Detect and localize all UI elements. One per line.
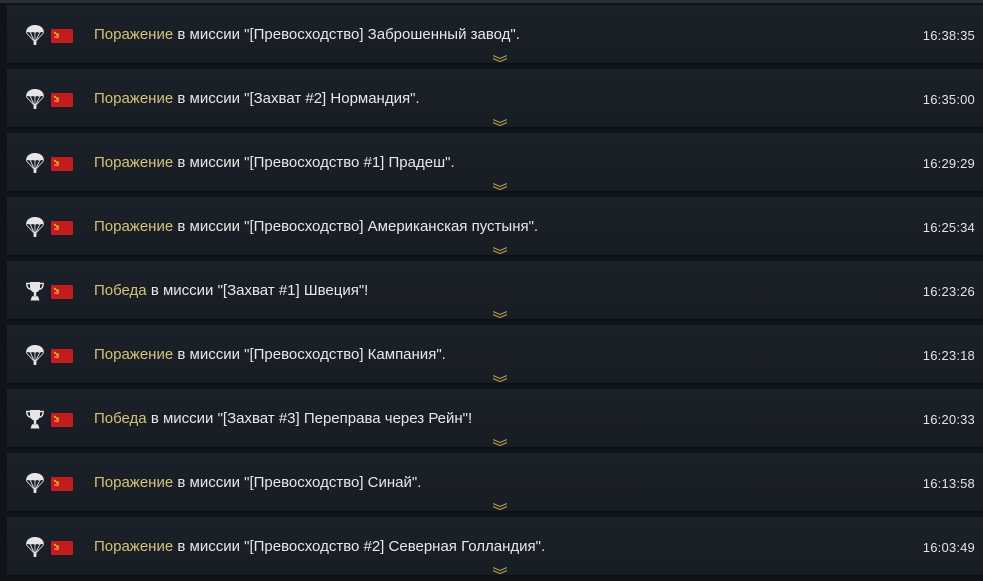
battle-result: Поражение bbox=[94, 154, 174, 171]
battle-message-middle: в миссии bbox=[173, 346, 245, 363]
battle-row[interactable]: Победа в миссии "[Захват #3] Переправа ч… bbox=[7, 389, 983, 448]
battle-message-middle: в миссии bbox=[173, 26, 245, 43]
chevron-down-double-icon[interactable] bbox=[492, 498, 508, 511]
chevron-down-double-icon[interactable] bbox=[492, 50, 508, 63]
parachute-icon bbox=[25, 152, 45, 174]
battle-time: 16:23:26 bbox=[922, 284, 975, 299]
battle-result: Поражение bbox=[94, 474, 174, 491]
battle-message-middle: в миссии bbox=[173, 154, 245, 171]
ussr-flag-icon bbox=[51, 157, 73, 171]
ussr-flag-icon bbox=[51, 93, 73, 107]
battle-message-middle: в миссии bbox=[173, 474, 245, 491]
chevron-down-double-icon[interactable] bbox=[492, 434, 508, 447]
battle-mission: "[Превосходство] Американская пустыня". bbox=[244, 218, 539, 235]
battle-mission: "[Захват #1] Швеция"! bbox=[217, 282, 369, 299]
ussr-flag-icon bbox=[51, 541, 73, 555]
battle-message: Поражение в миссии "[Превосходство] Камп… bbox=[94, 345, 446, 365]
ussr-flag-icon bbox=[51, 285, 73, 299]
battle-result: Победа bbox=[94, 282, 147, 299]
battle-result: Поражение bbox=[94, 90, 174, 107]
chevron-down-double-icon[interactable] bbox=[492, 562, 508, 575]
battle-log-list: Поражение в миссии "[Превосходство] Забр… bbox=[7, 5, 983, 581]
battle-time: 16:20:33 bbox=[922, 412, 975, 427]
battle-message-middle: в миссии bbox=[173, 218, 245, 235]
chevron-down-double-icon[interactable] bbox=[492, 306, 508, 319]
ussr-flag-icon bbox=[51, 221, 73, 235]
parachute-icon bbox=[25, 344, 45, 366]
ussr-flag-icon bbox=[51, 29, 73, 43]
battle-time: 16:23:18 bbox=[922, 348, 975, 363]
ussr-flag-icon bbox=[51, 349, 73, 363]
battle-row[interactable]: Поражение в миссии "[Превосходство #1] П… bbox=[7, 133, 983, 192]
battle-row[interactable]: Поражение в миссии "[Превосходство #2] С… bbox=[7, 517, 983, 576]
battle-message-middle: в миссии bbox=[146, 410, 218, 427]
battle-time: 16:29:29 bbox=[922, 156, 975, 171]
battle-row[interactable]: Поражение в миссии "[Превосходство] Забр… bbox=[7, 5, 983, 64]
battle-mission: "[Превосходство #1] Прадеш". bbox=[244, 154, 455, 171]
battle-time: 16:38:35 bbox=[922, 28, 975, 43]
battle-message: Поражение в миссии "[Превосходство] Сина… bbox=[94, 473, 421, 493]
battle-message: Поражение в миссии "[Превосходство #2] С… bbox=[94, 537, 545, 557]
chevron-down-double-icon[interactable] bbox=[492, 370, 508, 383]
battle-mission: "[Превосходство] Кампания". bbox=[244, 346, 446, 363]
parachute-icon bbox=[25, 216, 45, 238]
battle-row[interactable]: Поражение в миссии "[Превосходство] Сина… bbox=[7, 453, 983, 512]
battle-mission: "[Превосходство] Заброшенный завод". bbox=[244, 26, 520, 43]
battle-time: 16:03:49 bbox=[922, 540, 975, 555]
battle-result: Поражение bbox=[94, 346, 174, 363]
battle-result: Поражение bbox=[94, 218, 174, 235]
battle-result: Победа bbox=[94, 410, 147, 427]
battle-message: Поражение в миссии "[Превосходство] Забр… bbox=[94, 25, 520, 45]
battle-message-middle: в миссии bbox=[173, 538, 245, 555]
trophy-icon bbox=[25, 280, 45, 302]
battle-row[interactable]: Поражение в миссии "[Захват #2] Норманди… bbox=[7, 69, 983, 128]
battle-message: Поражение в миссии "[Превосходство] Амер… bbox=[94, 217, 538, 237]
battle-message: Поражение в миссии "[Превосходство #1] П… bbox=[94, 153, 455, 173]
battle-mission: "[Превосходство] Синай". bbox=[244, 474, 422, 491]
parachute-icon bbox=[25, 472, 45, 494]
battle-message-middle: в миссии bbox=[173, 90, 245, 107]
battle-time: 16:25:34 bbox=[922, 220, 975, 235]
battle-time: 16:35:00 bbox=[922, 92, 975, 107]
ussr-flag-icon bbox=[51, 477, 73, 491]
parachute-icon bbox=[25, 536, 45, 558]
top-divider bbox=[0, 0, 983, 3]
trophy-icon bbox=[25, 408, 45, 430]
battle-message: Поражение в миссии "[Захват #2] Норманди… bbox=[94, 89, 420, 109]
battle-mission: "[Захват #3] Переправа через Рейн"! bbox=[217, 410, 473, 427]
parachute-icon bbox=[25, 24, 45, 46]
parachute-icon bbox=[25, 88, 45, 110]
battle-row[interactable]: Победа в миссии "[Захват #1] Швеция"! 16… bbox=[7, 261, 983, 320]
battle-result: Поражение bbox=[94, 26, 174, 43]
battle-row[interactable]: Поражение в миссии "[Превосходство] Амер… bbox=[7, 197, 983, 256]
chevron-down-double-icon[interactable] bbox=[492, 114, 508, 127]
battle-message: Победа в миссии "[Захват #3] Переправа ч… bbox=[94, 409, 472, 429]
battle-row[interactable]: Поражение в миссии "[Превосходство] Камп… bbox=[7, 325, 983, 384]
battle-mission: "[Превосходство #2] Северная Голландия". bbox=[244, 538, 546, 555]
battle-message: Победа в миссии "[Захват #1] Швеция"! bbox=[94, 281, 368, 301]
battle-mission: "[Захват #2] Нормандия". bbox=[244, 90, 420, 107]
ussr-flag-icon bbox=[51, 413, 73, 427]
battle-time: 16:13:58 bbox=[922, 476, 975, 491]
battle-message-middle: в миссии bbox=[146, 282, 218, 299]
battle-result: Поражение bbox=[94, 538, 174, 555]
chevron-down-double-icon[interactable] bbox=[492, 178, 508, 191]
chevron-down-double-icon[interactable] bbox=[492, 242, 508, 255]
